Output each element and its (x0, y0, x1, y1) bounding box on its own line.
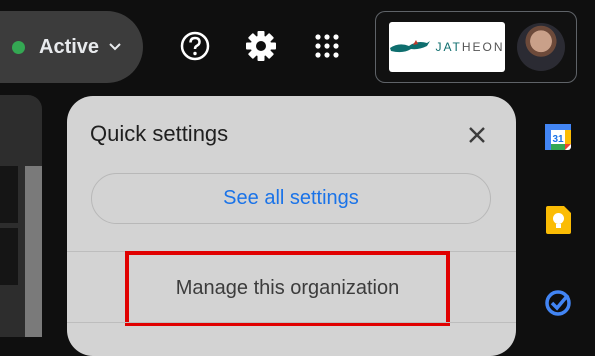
tasks-icon[interactable] (543, 288, 573, 318)
organization-logo: JATHEON (389, 22, 505, 72)
left-pane-cell (0, 228, 18, 285)
calendar-day-label: 31 (552, 134, 564, 145)
status-dot (12, 40, 25, 54)
help-icon[interactable] (175, 26, 215, 66)
jatheon-logo-icon (390, 40, 431, 53)
logo-text: JATHEON (435, 40, 505, 54)
settings-icon[interactable] (241, 26, 281, 66)
calendar-icon[interactable]: 31 (543, 122, 573, 152)
quick-settings-panel: Quick settings See all settings Manage t… (67, 96, 516, 356)
account-switcher[interactable]: JATHEON (375, 11, 577, 83)
status-label: Active (39, 35, 100, 58)
divider (67, 322, 516, 323)
close-icon[interactable] (462, 120, 492, 150)
see-all-settings-button[interactable]: See all settings (91, 173, 491, 224)
left-pane-cell (0, 166, 18, 223)
avatar[interactable] (517, 23, 565, 71)
apps-grid-icon[interactable] (307, 26, 347, 66)
manage-organization-button[interactable]: Manage this organization (125, 251, 450, 326)
status-selector[interactable]: Active (0, 11, 143, 83)
chevron-down-icon (109, 38, 121, 56)
scrollbar[interactable] (25, 166, 42, 337)
quick-settings-title: Quick settings (90, 121, 229, 146)
keep-icon[interactable] (543, 205, 573, 235)
